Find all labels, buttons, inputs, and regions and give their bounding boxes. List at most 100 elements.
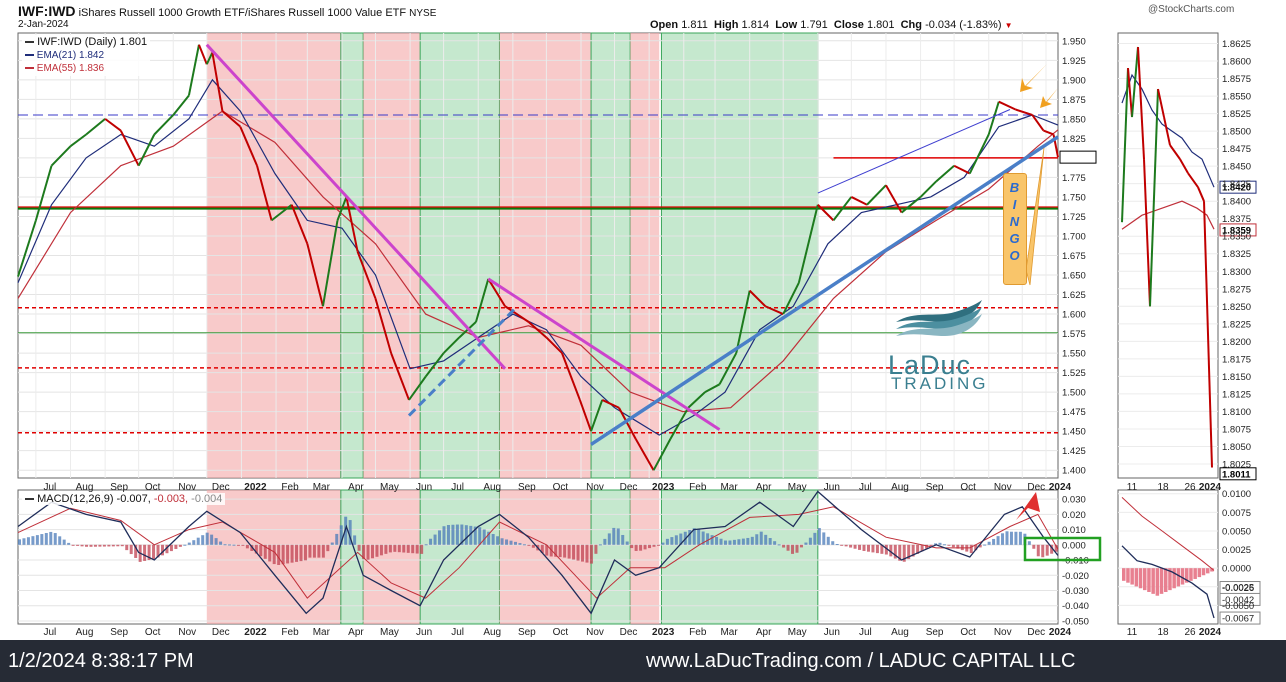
macd-histogram-bar [697, 529, 701, 545]
macd-histogram-bar [116, 544, 120, 547]
macd-histogram-bar [312, 544, 316, 558]
macd-histogram-bar [388, 544, 392, 553]
x-tick-label: Mar [313, 482, 331, 493]
macd-histogram-bar [1036, 544, 1040, 557]
macd-histogram-bar [791, 544, 795, 554]
y-tick-label: 1.625 [1062, 290, 1086, 301]
macd-histogram-bar [518, 543, 522, 545]
macd-histogram-bar [272, 544, 276, 565]
macd-histogram-bar [639, 544, 643, 551]
macd-histogram-bar [286, 544, 290, 564]
y-tick-label: 1.775 [1062, 173, 1086, 184]
macd-histogram-bar [992, 538, 996, 545]
y-tick-label: 1.675 [1062, 251, 1086, 262]
macd-x-tick-label: Mar [313, 627, 331, 638]
y-tick-label: 1.725 [1062, 212, 1086, 223]
zoom-macd-y-tick-label: -0.0050 [1222, 601, 1254, 612]
macd-histogram-bar [603, 538, 607, 545]
macd-x-tick-label: Apr [756, 627, 772, 638]
zoom-y-tick-label: 1.8075 [1222, 424, 1251, 435]
macd-histogram-bar [643, 544, 647, 550]
zoom-macd-histogram-bar [1193, 568, 1197, 579]
macd-histogram-bar [782, 544, 786, 548]
macd-histogram-bar [563, 544, 567, 558]
zoom-macd-histogram-bar [1172, 568, 1176, 589]
footer-bar: 1/2/2024 8:38:17 PM www.LaDucTrading.com… [0, 640, 1286, 682]
macd-histogram-bar [40, 534, 44, 545]
macd-histogram-bar [840, 544, 844, 546]
macd-histogram-bar [464, 525, 468, 545]
y-tick-label: 1.950 [1062, 36, 1086, 47]
macd-histogram-bar [732, 539, 736, 545]
zoom-value-label: 1.8011 [1222, 469, 1251, 480]
macd-histogram-bar [706, 533, 710, 545]
macd-histogram-bar [442, 526, 446, 545]
zoom-macd-y-tick-label: 0.0100 [1222, 489, 1251, 500]
x-tick-label: May [380, 482, 399, 493]
macd-histogram-bar [835, 544, 839, 546]
zoom-macd-histogram-bar [1201, 568, 1206, 576]
macd-histogram-bar [98, 544, 102, 547]
macd-histogram-bar [187, 542, 191, 545]
macd-histogram-bar [755, 534, 759, 545]
last-price-box [1059, 150, 1097, 164]
macd-x-tick-label: May [380, 627, 399, 638]
macd-x-tick-label: Aug [891, 627, 909, 638]
macd-histogram-bar [630, 544, 634, 549]
macd-x-tick-label: Jul [451, 627, 464, 638]
zoom-y-tick-label: 1.8275 [1222, 284, 1251, 295]
zoom-macd-histogram-bar [1138, 568, 1143, 589]
macd-x-tick-label: Sep [110, 627, 128, 638]
zone-green [660, 489, 819, 625]
macd-histogram-bar [58, 536, 62, 545]
zoom-macd-y-tick-label: 0.0050 [1222, 526, 1251, 537]
zone-red [630, 490, 660, 624]
macd-x-tick-label: Aug [76, 627, 94, 638]
macd-histogram-bar [866, 544, 870, 552]
macd-histogram-bar [393, 544, 397, 552]
zoom-macd-histogram-bar [1151, 568, 1155, 594]
zoom-macd-y-tick-label: 0.0025 [1222, 545, 1251, 556]
y-tick-label: 1.400 [1062, 466, 1086, 477]
y-tick-label: 1.525 [1062, 368, 1086, 379]
macd-histogram-bar [1018, 531, 1022, 545]
zoom-macd-value-label: -0.0067 [1222, 614, 1254, 625]
macd-histogram-bar [656, 544, 660, 546]
y-tick-label: 1.900 [1062, 75, 1086, 86]
macd-histogram-bar [648, 544, 652, 549]
x-tick-label: Aug [76, 482, 94, 493]
macd-histogram-bar [987, 541, 991, 545]
macd-histogram-bar [786, 544, 790, 551]
macd-histogram-bar [813, 532, 817, 545]
x-tick-label: Aug [891, 482, 909, 493]
exchange: NYSE [409, 8, 437, 19]
macd-histogram-bar [214, 538, 218, 545]
zoom-y-tick-label: 1.8025 [1222, 459, 1251, 470]
macd-histogram-bar [505, 539, 509, 545]
macd-histogram-bar [102, 544, 106, 547]
macd-x-tick-label: Apr [348, 627, 364, 638]
macd-histogram-bar [746, 537, 750, 545]
macd-x-tick-label: Nov [994, 627, 1012, 638]
y-tick-label: 1.875 [1062, 95, 1086, 106]
macd-histogram-bar [844, 544, 848, 547]
ohlc-readout: Open 1.811 High 1.814 Low 1.791 Close 1.… [650, 19, 1013, 31]
macd-histogram-bar [723, 540, 727, 545]
macd-histogram-bar [402, 544, 406, 553]
macd-histogram-bar [26, 537, 30, 545]
macd-x-tick-label: Feb [689, 627, 707, 638]
zoom-macd-histogram-bar [1147, 568, 1151, 592]
macd-histogram-bar [710, 535, 714, 545]
zoom-y-tick-label: 1.8050 [1222, 442, 1251, 453]
x-tick-label: 2022 [244, 482, 267, 493]
macd-histogram-bar [379, 544, 383, 556]
macd-histogram-bar [482, 529, 486, 545]
macd-histogram-bar [335, 533, 339, 545]
macd-histogram-bar [178, 544, 182, 547]
macd-histogram-bar [808, 537, 812, 545]
macd-histogram-bar [196, 537, 200, 545]
zoom-y-tick-label: 1.8575 [1222, 74, 1251, 85]
y-tick-label: 1.450 [1062, 427, 1086, 438]
zoom-macd-histogram-bar [1130, 568, 1134, 585]
zoom-y-tick-label: 1.8150 [1222, 372, 1251, 383]
